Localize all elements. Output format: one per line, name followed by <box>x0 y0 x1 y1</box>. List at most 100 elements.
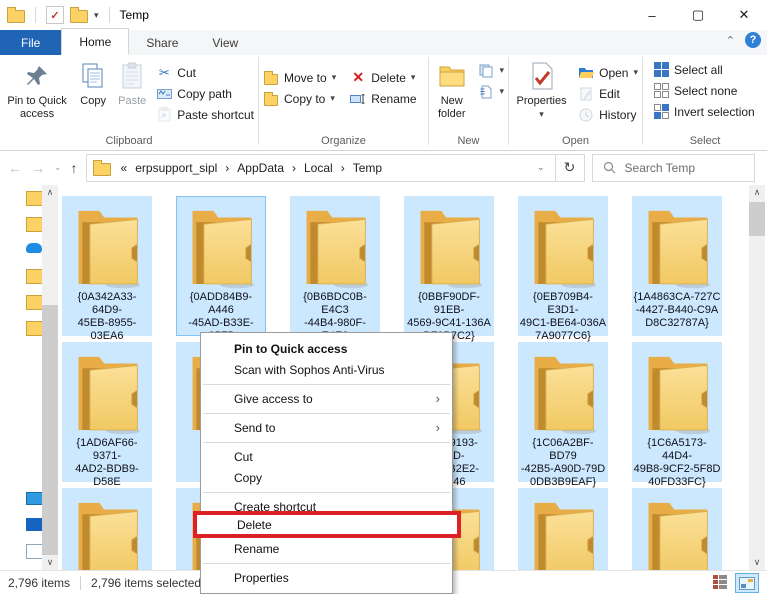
breadcrumb-item[interactable]: erpsupport_sipl <box>131 161 221 175</box>
thumbnails-view-icon[interactable] <box>735 573 759 593</box>
new-folder-button[interactable]: New folder <box>429 55 474 121</box>
scroll-up-icon[interactable]: ∧ <box>42 185 58 200</box>
breadcrumb-sep-icon[interactable]: › <box>288 161 300 175</box>
select-none-button[interactable]: Select none <box>649 80 767 101</box>
tab-home[interactable]: Home <box>61 28 129 55</box>
copy-button[interactable]: Copy <box>74 55 112 108</box>
breadcrumb-sep-icon[interactable]: › <box>337 161 349 175</box>
help-icon[interactable]: ? <box>745 32 761 48</box>
folder-item[interactable]: {0BBF90DF-91EB-4569-9C41-136ABF0B7C2} <box>404 196 494 336</box>
ribbon-group-clipboard: Pin to Quick access Copy <box>0 55 258 150</box>
rename-button[interactable]: Rename <box>346 88 420 109</box>
qat-customize-dropdown-icon[interactable]: ▾ <box>94 10 99 21</box>
new-item-button[interactable]: ▾ <box>474 60 508 81</box>
search-box[interactable]: Search Temp <box>592 154 755 182</box>
minimize-button[interactable]: – <box>629 0 675 30</box>
folder-item[interactable] <box>62 488 152 570</box>
menu-separator <box>203 413 450 414</box>
ribbon: Pin to Quick access Copy <box>0 55 767 151</box>
scrollbar-thumb[interactable] <box>42 305 58 555</box>
copy-path-label: Copy path <box>177 87 232 101</box>
cut-label: Cut <box>177 66 196 80</box>
recent-locations-icon[interactable]: ⌄ <box>54 162 62 173</box>
menu-item-send-to[interactable]: Send to› <box>201 417 452 438</box>
up-icon[interactable]: ↑ <box>71 160 78 176</box>
scroll-down-icon[interactable]: ∨ <box>749 555 765 570</box>
select-none-label: Select none <box>674 84 737 98</box>
folder-item[interactable]: {0EB709B4-E3D1-49C1-BE64-036A7A9077C6} <box>518 196 608 336</box>
folder-item[interactable]: {1C6A5173-44D4-49B8-9CF2-5F8D40FD33FC} <box>632 342 722 482</box>
breadcrumb-item[interactable]: Temp <box>349 161 386 175</box>
properties-button[interactable]: Properties ▾ <box>509 55 574 121</box>
nav-folder-icon[interactable] <box>26 217 42 232</box>
delete-button[interactable]: ✕ Delete ▾ <box>346 67 420 88</box>
copy-path-button[interactable]: Copy path <box>152 83 258 104</box>
folder-item[interactable] <box>632 488 722 570</box>
dropdown-icon: ▾ <box>499 86 504 97</box>
menu-item-label: Copy <box>234 471 262 485</box>
nav-folder-icon[interactable] <box>26 295 42 310</box>
copy-to-label: Copy to <box>284 92 325 106</box>
folder-item[interactable]: {1A4863CA-727C-4427-B440-C9AD8C32787A} <box>632 196 722 336</box>
folder-icon <box>70 347 144 437</box>
open-button[interactable]: Open ▾ <box>574 62 642 83</box>
tab-share[interactable]: Share <box>129 30 195 55</box>
select-all-button[interactable]: Select all <box>649 59 767 80</box>
refresh-icon[interactable]: ↻ <box>556 154 585 182</box>
maximize-button[interactable]: ▢ <box>675 0 721 30</box>
menu-item-give-access-to[interactable]: Give access to› <box>201 388 452 409</box>
nav-pc-icon[interactable] <box>26 492 42 505</box>
scroll-up-icon[interactable]: ∧ <box>749 185 765 200</box>
menu-item-properties[interactable]: Properties <box>201 567 452 588</box>
breadcrumb-item[interactable]: AppData <box>233 161 288 175</box>
search-placeholder: Search Temp <box>625 161 695 175</box>
forward-icon[interactable]: → <box>31 160 45 176</box>
menu-item-rename[interactable]: Rename <box>201 538 452 559</box>
scroll-down-icon[interactable]: ∨ <box>42 555 58 570</box>
properties-shortcut-icon[interactable]: ✓ <box>46 6 64 24</box>
breadcrumb-item[interactable]: Local <box>300 161 337 175</box>
nav-folder-icon[interactable] <box>26 321 42 336</box>
nav-doc-icon[interactable] <box>26 544 42 559</box>
invert-selection-button[interactable]: Invert selection <box>649 101 767 122</box>
nav-desk-icon[interactable] <box>26 518 42 531</box>
delete-highlight-box[interactable]: Delete <box>193 511 461 538</box>
copy-to-button[interactable]: Copy to ▾ <box>259 88 340 109</box>
divider <box>80 576 81 590</box>
breadcrumb-prefix[interactable]: « <box>117 161 132 175</box>
content-scrollbar[interactable]: ∧ ∨ <box>749 185 765 570</box>
new-folder-shortcut-icon[interactable] <box>70 10 88 23</box>
properties-label: Properties <box>516 95 566 108</box>
back-icon[interactable]: ← <box>8 160 22 176</box>
collapse-ribbon-icon[interactable]: ⌃ <box>726 34 735 47</box>
folder-item[interactable] <box>518 488 608 570</box>
menu-item-copy[interactable]: Copy <box>201 467 452 488</box>
breadcrumb[interactable]: « erpsupport_sipl › AppData › Local › Te… <box>86 154 556 182</box>
menu-item-pin-to-quick-access[interactable]: Pin to Quick access <box>201 338 452 359</box>
menu-item-scan-with-sophos-anti-virus[interactable]: Scan with Sophos Anti-Virus <box>201 359 452 380</box>
menu-item-cut[interactable]: Cut <box>201 446 452 467</box>
pin-label: Pin to Quick access <box>6 95 68 121</box>
folder-item[interactable]: {1C06A2BF-BD79-42B5-A90D-79D0DB3B9EAF} <box>518 342 608 482</box>
address-dropdown-icon[interactable]: ⌄ <box>529 162 553 173</box>
tab-file[interactable]: File <box>0 30 61 55</box>
folder-item[interactable]: {0B6BDC0B-E4C3-44B4-980F-E4E234344C8} <box>290 196 380 336</box>
navigation-pane[interactable] <box>0 185 42 570</box>
nav-folder-icon[interactable] <box>26 269 42 284</box>
cut-button[interactable]: ✂ Cut <box>152 62 258 83</box>
close-button[interactable]: ✕ <box>721 0 767 30</box>
details-view-icon[interactable] <box>709 573 731 591</box>
scrollbar-thumb[interactable] <box>749 202 765 236</box>
nav-cloud-icon[interactable] <box>26 243 42 253</box>
folder-item[interactable]: {1AD6AF66-9371-4AD2-BDB9-D58E86DE6A7C} <box>62 342 152 482</box>
folder-item[interactable]: {0A342A33-64D9-45EB-8955-03EA6581DCA1} <box>62 196 152 336</box>
folder-item[interactable]: {0ADD84B9-A446-45AD-B33E-25F54C5B4C2} <box>176 196 266 336</box>
nav-pane-scrollbar[interactable]: ∧ ∨ <box>42 185 58 570</box>
tab-view[interactable]: View <box>195 30 255 55</box>
nav-folder-icon[interactable] <box>26 191 42 206</box>
breadcrumb-sep-icon[interactable]: › <box>221 161 233 175</box>
move-to-button[interactable]: Move to ▾ <box>259 67 340 88</box>
pin-to-quick-access-button[interactable]: Pin to Quick access <box>0 55 74 121</box>
easy-access-button[interactable]: ▾ <box>474 81 508 102</box>
folder-name: {1C06A2BF-BD79-42B5-A90D-79D0DB3B9EAF} <box>519 437 607 489</box>
